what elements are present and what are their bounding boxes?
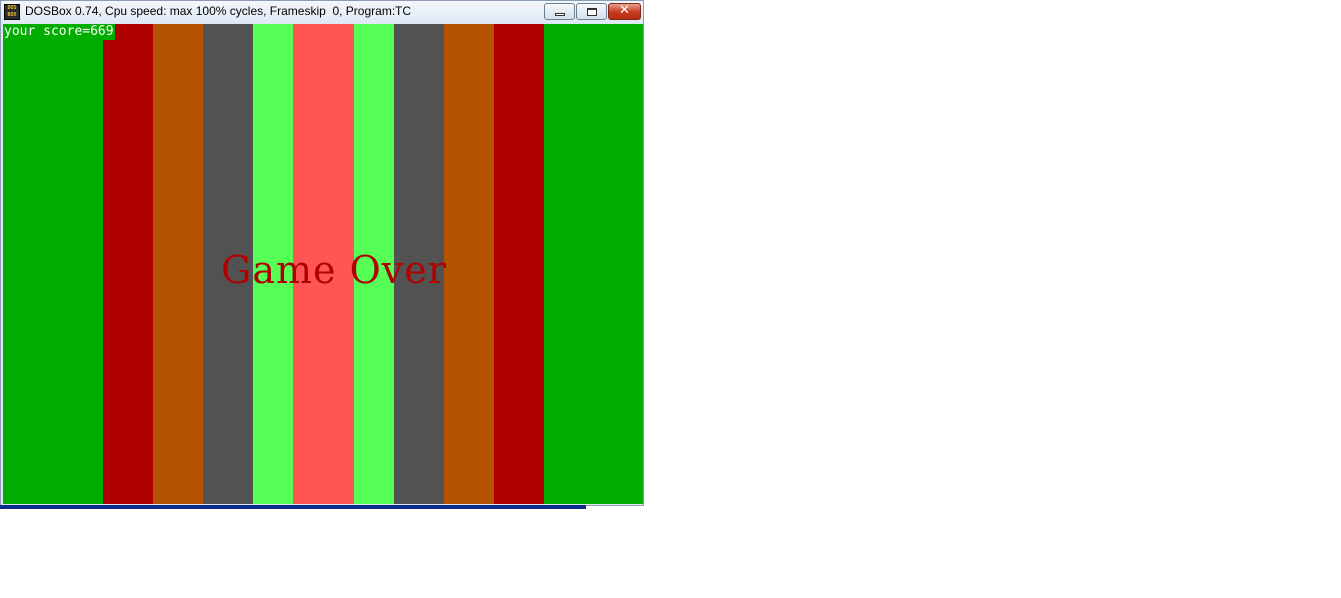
minimize-button[interactable] xyxy=(544,3,575,20)
dosbox-window: DOS BOX DOSBox 0.74, Cpu speed: max 100%… xyxy=(0,0,644,506)
maximize-button[interactable] xyxy=(576,3,607,20)
background-stripe xyxy=(103,24,153,504)
title-bar[interactable]: DOS BOX DOSBox 0.74, Cpu speed: max 100%… xyxy=(1,1,643,23)
background-stripe xyxy=(3,24,103,504)
dosbox-icon[interactable]: DOS BOX xyxy=(4,4,20,20)
game-over-text: Game Over xyxy=(221,248,447,292)
game-screen[interactable]: your score=669 Game Over xyxy=(3,24,643,504)
app-icon-label: DOS BOX xyxy=(7,5,17,18)
taskbar-edge xyxy=(0,505,586,509)
score-label: your score=669 xyxy=(3,24,115,40)
program-name: TC xyxy=(395,4,411,18)
window-title: DOSBox 0.74, Cpu speed: max 100% cycles,… xyxy=(25,4,396,18)
close-icon: ✕ xyxy=(619,3,630,18)
minimize-icon xyxy=(555,13,565,16)
background-stripe xyxy=(544,24,643,504)
background-stripe xyxy=(153,24,203,504)
close-button[interactable]: ✕ xyxy=(608,3,641,20)
maximize-icon xyxy=(587,8,597,16)
background-stripe xyxy=(494,24,544,504)
background-stripe xyxy=(444,24,494,504)
